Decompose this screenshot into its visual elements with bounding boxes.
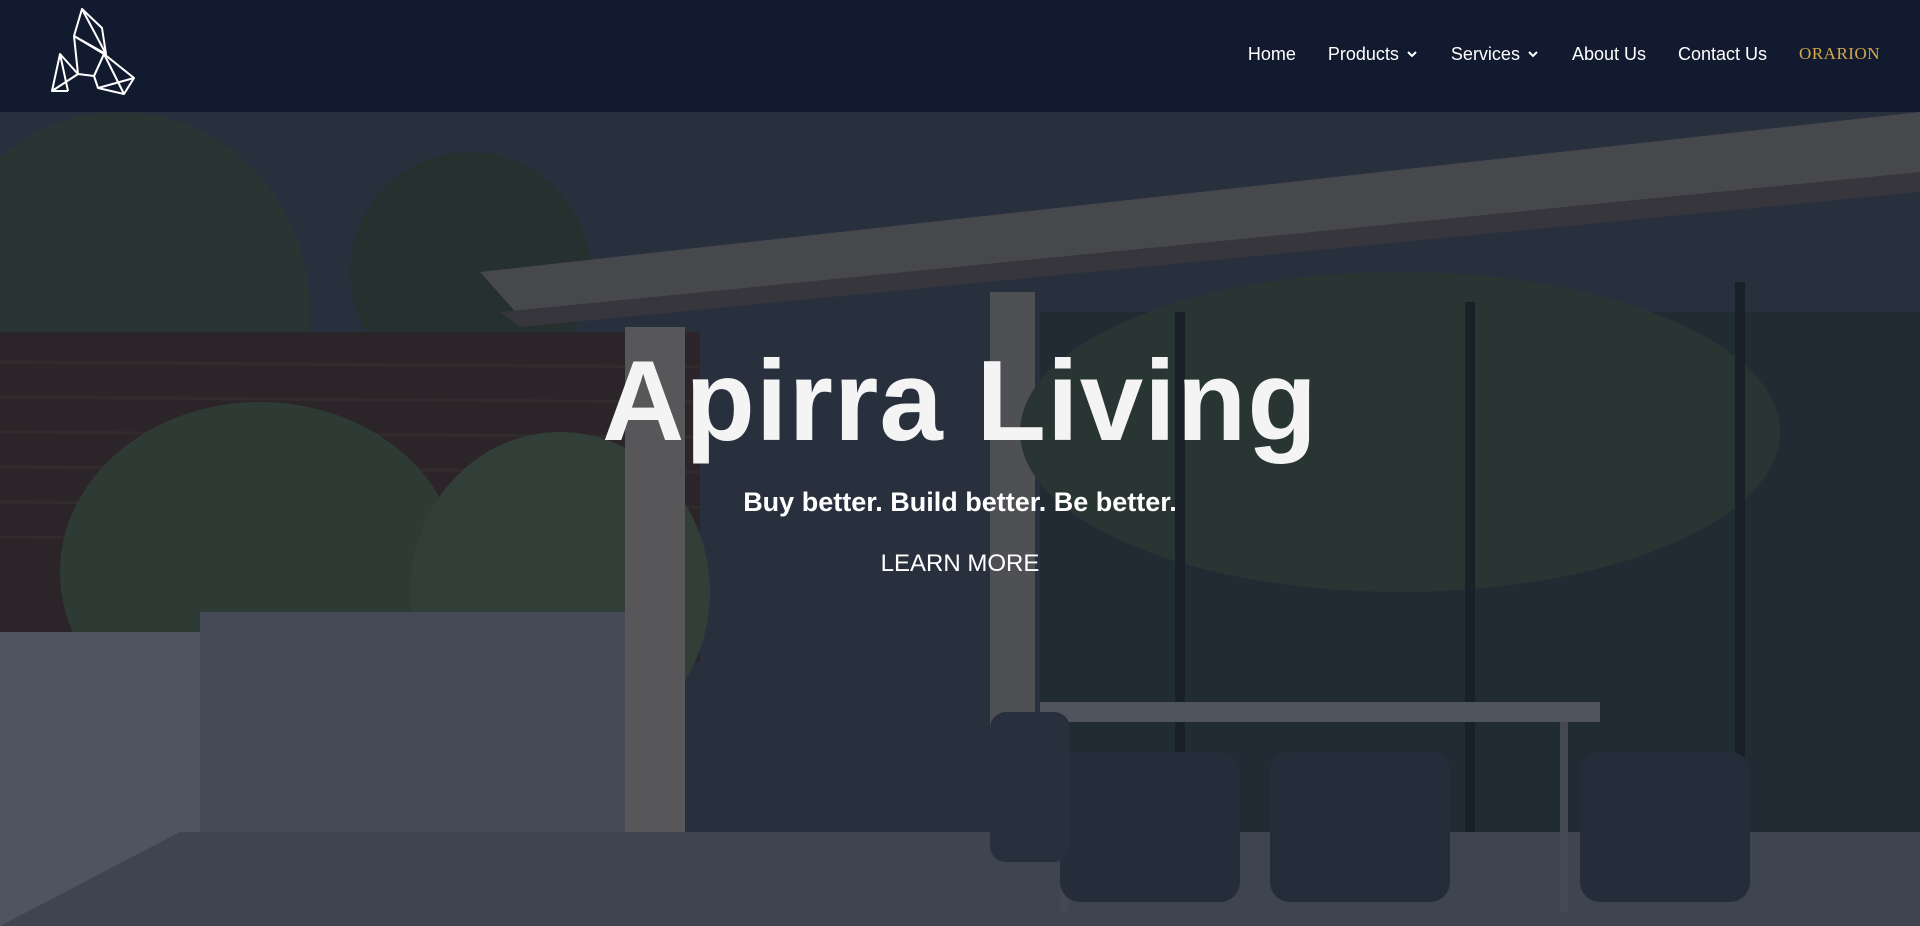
nav-services[interactable]: Services [1451,44,1540,65]
main-nav: Home Products Services About Us Contact … [1216,0,1880,108]
nav-about[interactable]: About Us [1572,44,1646,65]
faceted-crystal-logo-icon [51,8,135,95]
chevron-down-icon [1528,51,1538,58]
hero-content: Apirra Living Buy better. Build better. … [0,112,1920,926]
nav-products[interactable]: Products [1328,44,1419,65]
site-header: Home Products Services About Us Contact … [0,0,1920,112]
nav-products-label: Products [1327,43,1399,64]
nav-brand-orarion[interactable]: ORARION [1799,44,1880,64]
logo[interactable] [44,6,144,96]
nav-services-label: Services [1450,43,1520,64]
hero-subtitle: Buy better. Build better. Be better. [743,487,1177,517]
hero-section: Apirra Living Buy better. Build better. … [0,112,1920,926]
learn-more-button[interactable]: LEARN MORE [860,547,1060,581]
nav-home[interactable]: Home [1248,44,1296,65]
hero-title: Apirra Living [601,338,1319,465]
chevron-down-icon [1407,51,1417,58]
nav-contact[interactable]: Contact Us [1678,44,1767,65]
